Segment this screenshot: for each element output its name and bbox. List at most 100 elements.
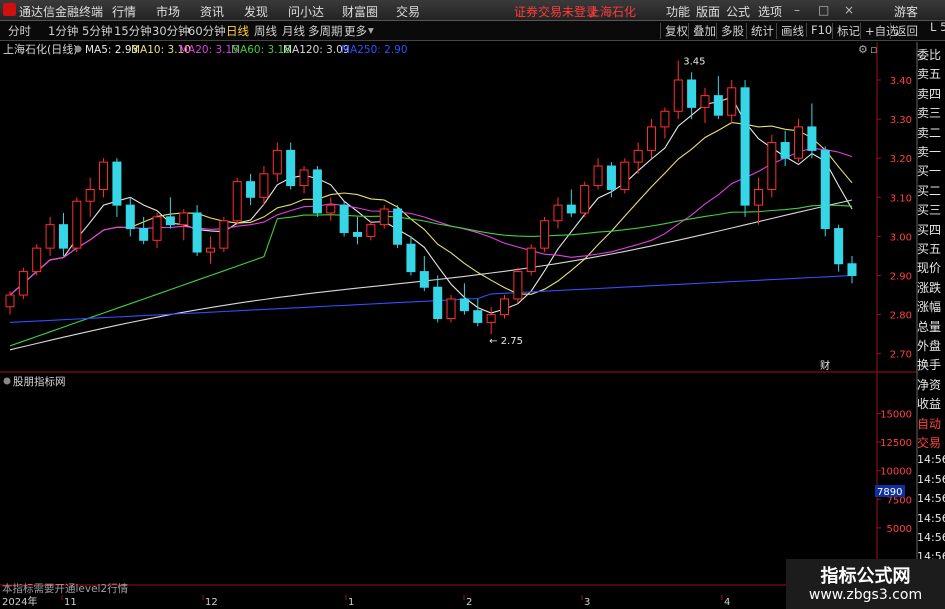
btn-multi-stock[interactable]: 多股 [716, 23, 744, 39]
period-tab-timeshare[interactable]: 分时 [8, 23, 31, 39]
period-tab-daily[interactable]: 日线 [226, 23, 249, 39]
maximize-icon[interactable]: □ [818, 3, 829, 17]
candle-body [499, 298, 510, 316]
btn-restore-rights[interactable]: 复权 [660, 23, 688, 39]
period-tab-more[interactable]: 更多 [344, 23, 367, 39]
candle-body [834, 228, 844, 265]
right-panel-label: 14:56 [917, 472, 945, 486]
menu-item-wealth[interactable]: 财富圈 [342, 3, 378, 20]
app-title: 通达信金融终端 [19, 5, 104, 19]
menu-item-trade[interactable]: 交易 [396, 3, 420, 20]
candle-body [232, 181, 242, 222]
right-panel-label: 总量 [917, 319, 942, 334]
period-tab-30min[interactable]: 30分钟 [152, 23, 190, 39]
chevron-down-icon[interactable]: ▾ [368, 23, 374, 37]
price-tick-label: 3.20 [890, 154, 912, 165]
stock-chart[interactable]: 3.403.303.203.103.002.902.802.7015000125… [0, 0, 945, 609]
candle-body [713, 95, 723, 116]
minimize-icon[interactable]: – [794, 3, 800, 17]
candle-body [299, 169, 309, 187]
menu-item-quotes[interactable]: 行情 [112, 3, 136, 20]
menu-item-function[interactable]: 功能 [666, 3, 690, 20]
candle-body [794, 126, 804, 159]
right-panel-label: 涨幅 [917, 300, 942, 315]
period-tab-15min[interactable]: 15分钟 [114, 23, 152, 39]
period-tab-1min[interactable]: 1分钟 [48, 23, 78, 39]
candle-body [352, 231, 363, 237]
menu-item-ask[interactable]: 问小达 [288, 3, 324, 20]
right-panel-label: 买四 [917, 222, 942, 237]
ma-legend-item: MA250: 2.90 [341, 44, 408, 56]
right-panel-label: 换手 [917, 358, 942, 373]
candle-body [687, 79, 697, 108]
candle-body [58, 224, 68, 249]
watermark-url: www.zbgs3.com [808, 587, 923, 603]
period-tab-multi[interactable]: 多周期 [308, 23, 343, 39]
menu-item-news[interactable]: 资讯 [200, 3, 224, 20]
close-icon[interactable]: × [844, 3, 854, 17]
ma-line-3 [9, 204, 853, 347]
menu-item-market[interactable]: 市场 [156, 3, 180, 20]
candle-body [566, 204, 576, 214]
right-panel-label: 14:56 [917, 453, 945, 467]
candle-body [433, 286, 443, 320]
right-panel-label: 14:56 [917, 531, 945, 544]
candle-body [286, 149, 296, 187]
login-warning[interactable]: 证券交易未登录 [514, 3, 598, 20]
right-panel-label: 涨跌 [917, 280, 942, 295]
right-panel-label: 卖三 [917, 106, 942, 121]
price-tick-label: 2.70 [890, 350, 912, 361]
candle-body [593, 165, 603, 187]
menu-item-formula[interactable]: 公式 [726, 3, 750, 20]
ma-line-5 [9, 274, 853, 323]
price-tick-label: 3.30 [890, 115, 912, 126]
period-tab-monthly[interactable]: 月线 [282, 23, 305, 39]
candle-body [473, 310, 483, 323]
menu-item-discover[interactable]: 发现 [244, 3, 268, 20]
btn-f10[interactable]: F10 [806, 23, 832, 37]
candle-body [847, 263, 857, 276]
volume-tick-label: 5000 [887, 524, 912, 535]
month-label: 3 [584, 597, 590, 608]
right-panel-label[interactable]: 自动 [917, 415, 941, 432]
candle-body [45, 224, 55, 249]
volume-tick-label: 10000 [880, 467, 912, 478]
candle-body [807, 126, 817, 151]
right-panel-label[interactable]: 交易 [917, 434, 941, 451]
menu-bar: 通达信金融终端 行情 市场 资讯 发现 问小达 财富圈 交易 证券交易未登录 上… [0, 0, 945, 21]
candle-body [339, 204, 349, 233]
candle-body [219, 220, 229, 249]
candle-body [192, 212, 202, 253]
btn-overlay[interactable]: 叠加 [688, 23, 716, 39]
right-panel-label: 卖五 [917, 67, 942, 82]
app-logo-icon [3, 3, 16, 16]
finance-marker: 财 [820, 359, 830, 372]
month-label: 12 [205, 597, 218, 608]
candle-body [72, 200, 82, 249]
candle-body [753, 188, 763, 206]
candle-body [673, 79, 683, 112]
legend-toggle-icon [74, 45, 82, 53]
candle-body [660, 110, 670, 128]
btn-mark[interactable]: 标记 [832, 23, 860, 39]
right-panel-label: 买二 [917, 183, 942, 198]
btn-statistics[interactable]: 统计 [746, 23, 774, 39]
right-panel-label: 14:56 [917, 492, 945, 506]
watermark-title: 指标公式网 [820, 566, 911, 587]
candle-body [513, 271, 523, 300]
candle-body [366, 224, 376, 237]
ma-legend-item: MA120: 3.09 [283, 44, 350, 56]
candle-body [312, 169, 322, 214]
period-tab-60min[interactable]: 60分钟 [188, 23, 226, 39]
month-label: 2 [466, 597, 472, 608]
value-box-label: 7890 [877, 487, 902, 498]
user-label[interactable]: 游客 [894, 3, 918, 20]
period-tab-5min[interactable]: 5分钟 [82, 23, 112, 39]
btn-draw[interactable]: 画线 [776, 23, 804, 39]
menu-item-options[interactable]: 选项 [758, 3, 782, 20]
menu-item-layout[interactable]: 版面 [696, 3, 720, 20]
period-tab-weekly[interactable]: 周线 [254, 23, 277, 39]
btn-back[interactable]: 返回 [890, 23, 918, 39]
month-label: 1 [348, 597, 354, 608]
price-tick-label: 3.10 [890, 193, 912, 204]
